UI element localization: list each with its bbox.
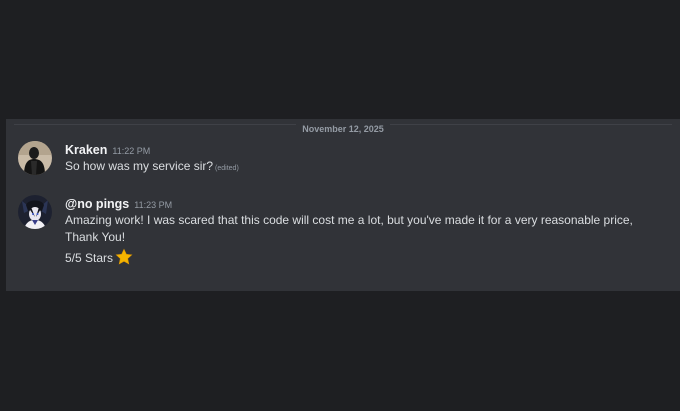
dark-figure-avatar-icon <box>18 141 52 175</box>
username[interactable]: Kraken <box>65 143 107 157</box>
timestamp[interactable]: 11:22 PM <box>112 146 150 156</box>
message-line: Amazing work! I was scared that this cod… <box>65 213 633 227</box>
username[interactable]: @no pings <box>65 197 129 211</box>
message-body: @no pings 11:23 PM Amazing work! I was sc… <box>65 195 675 271</box>
message-line: So how was my service sir? <box>65 159 214 173</box>
message-line-rating: 5/5 Stars <box>65 248 675 271</box>
anime-character-avatar-icon <box>18 195 52 229</box>
message-header: @no pings 11:23 PM <box>65 195 675 212</box>
timestamp[interactable]: 11:23 PM <box>134 200 172 210</box>
message-text: Amazing work! I was scared that this cod… <box>65 212 675 271</box>
edited-label: (edited) <box>215 165 239 172</box>
divider-date: November 12, 2025 <box>296 124 390 134</box>
message-text: So how was my service sir? (edited) <box>65 158 675 177</box>
message-line: Thank You! <box>65 230 126 244</box>
rating-text: 5/5 Stars <box>65 251 114 265</box>
avatar[interactable] <box>18 195 52 229</box>
date-divider: November 12, 2025 <box>6 119 680 134</box>
star-icon[interactable] <box>115 248 133 271</box>
message-header: Kraken 11:22 PM <box>65 141 675 158</box>
avatar[interactable] <box>18 141 52 175</box>
message-body: Kraken 11:22 PM So how was my service sir… <box>65 141 675 177</box>
chat-panel: November 12, 2025 Kraken 11:22 PM So how … <box>6 119 680 291</box>
